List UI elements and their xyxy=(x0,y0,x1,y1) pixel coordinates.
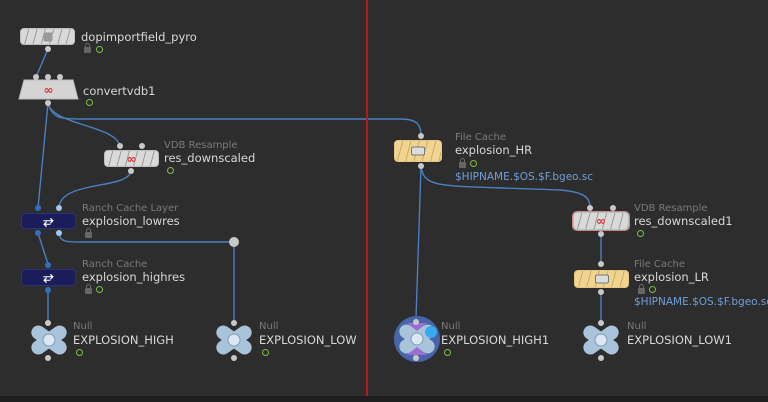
node-name: res_downscaled xyxy=(164,151,256,165)
wire xyxy=(47,102,121,147)
input-port[interactable] xyxy=(139,143,145,149)
output-port[interactable] xyxy=(128,168,134,174)
output-port[interactable] xyxy=(418,163,424,169)
node-name: explosion_lowres xyxy=(82,214,180,228)
display-flag-icon[interactable] xyxy=(470,160,477,167)
wire xyxy=(415,165,422,319)
input-port[interactable] xyxy=(610,205,616,211)
input-port[interactable] xyxy=(117,143,123,149)
input-port[interactable] xyxy=(418,133,424,139)
display-flag-icon[interactable] xyxy=(76,349,83,356)
wire xyxy=(37,102,49,209)
bottom-border xyxy=(0,396,768,402)
display-flag-icon[interactable] xyxy=(444,349,451,356)
node-name: res_downscaled1 xyxy=(634,214,733,228)
node-explosion-high[interactable] xyxy=(27,320,71,360)
cache-path: $HIPNAME.$OS.$F.bgeo.sc xyxy=(455,171,594,183)
node-name: explosion_HR xyxy=(455,143,533,157)
display-flag-icon[interactable] xyxy=(637,230,644,237)
display-flag-icon[interactable] xyxy=(96,46,103,53)
node-name: EXPLOSION_HIGH xyxy=(73,333,174,347)
node-type: VDB Resample xyxy=(634,203,708,214)
lock-icon[interactable] xyxy=(85,284,92,294)
node-name: EXPLOSION_LOW1 xyxy=(627,333,732,347)
file-cache-icon xyxy=(411,146,425,156)
node-type: Null xyxy=(627,321,647,332)
node-name: explosion_LR xyxy=(634,270,709,284)
vdb-icon: ∞ xyxy=(43,82,54,97)
cache-path: $HIPNAME.$OS.$F.bgeo.sc xyxy=(634,296,768,308)
divider-line xyxy=(366,0,368,396)
node-name: explosion_highres xyxy=(82,270,186,284)
node-type: Ranch Cache Layer xyxy=(82,203,179,214)
input-port[interactable] xyxy=(35,205,41,211)
node-res-downscaled1[interactable]: ∞ xyxy=(572,211,630,231)
display-flag-icon[interactable] xyxy=(649,286,656,293)
input-port[interactable] xyxy=(598,261,604,267)
lock-icon[interactable] xyxy=(84,43,91,53)
lock-icon[interactable] xyxy=(85,228,92,238)
node-explosion-lr[interactable] xyxy=(574,270,629,288)
node-convertvdb1[interactable]: ∞ xyxy=(19,80,78,99)
node-type: Ranch Cache xyxy=(82,259,148,270)
node-type: File Cache xyxy=(455,132,507,143)
output-port[interactable] xyxy=(231,355,237,361)
wire xyxy=(37,232,49,265)
output-port[interactable] xyxy=(35,230,41,236)
node-explosion-lowres[interactable]: ⥂ xyxy=(21,213,76,229)
output-port[interactable] xyxy=(45,46,51,52)
display-flag-icon[interactable] xyxy=(262,349,269,356)
node-name: EXPLOSION_HIGH1 xyxy=(441,333,550,347)
ranch-icon: ⥂ xyxy=(43,270,54,285)
vdb-icon: ∞ xyxy=(596,214,606,228)
node-type: Null xyxy=(73,321,93,332)
node-name: EXPLOSION_LOW xyxy=(259,333,357,347)
input-port[interactable] xyxy=(45,262,51,268)
display-flag-icon[interactable] xyxy=(86,99,93,106)
output-port[interactable] xyxy=(598,231,604,237)
dop-import-icon xyxy=(43,32,52,41)
input-port[interactable] xyxy=(587,205,593,211)
network-editor[interactable]: dopimportfield_pyro ∞ convertvdb1 ∞ VDB … xyxy=(0,0,768,396)
output-port[interactable] xyxy=(413,355,419,361)
node-name: convertvdb1 xyxy=(83,84,156,98)
node-res-downscaled[interactable]: ∞ xyxy=(104,150,159,167)
node-name: dopimportfield_pyro xyxy=(81,30,197,44)
display-flag-icon[interactable] xyxy=(167,167,174,174)
lock-icon[interactable] xyxy=(638,284,645,294)
output-port[interactable] xyxy=(598,355,604,361)
output-port[interactable] xyxy=(45,287,51,293)
display-flag-icon[interactable] xyxy=(96,286,103,293)
node-explosion-low1[interactable] xyxy=(579,320,623,360)
wire-dot xyxy=(229,237,239,247)
input-port[interactable] xyxy=(56,205,62,211)
file-cache-icon xyxy=(594,274,609,284)
node-type: Null xyxy=(441,321,461,332)
lock-icon[interactable] xyxy=(459,158,466,168)
node-explosion-hr[interactable] xyxy=(394,140,442,162)
node-type: File Cache xyxy=(634,259,686,270)
wire xyxy=(35,48,49,78)
node-explosion-low[interactable] xyxy=(212,320,256,360)
node-type: VDB Resample xyxy=(164,140,238,151)
node-explosion-highres[interactable]: ⥂ xyxy=(21,269,76,286)
output-port[interactable] xyxy=(45,355,51,361)
ranch-icon: ⥂ xyxy=(43,213,54,229)
output-port[interactable] xyxy=(45,100,51,106)
vdb-icon: ∞ xyxy=(126,151,137,166)
node-dopimportfield-pyro[interactable] xyxy=(20,28,75,45)
output-port[interactable] xyxy=(56,230,62,236)
output-port[interactable] xyxy=(598,289,604,295)
node-type: Null xyxy=(259,321,279,332)
